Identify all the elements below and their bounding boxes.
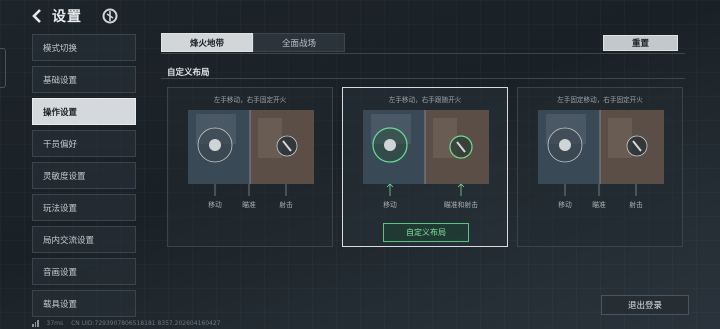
page-title: 设置 — [52, 9, 82, 25]
game-logo-icon — [102, 8, 118, 24]
control-labels: 移动 瞄准 射击 — [518, 199, 682, 209]
layout-description: 左手固定移动，右手固定开火 — [557, 96, 643, 104]
sidebar-item-sensitivity[interactable]: 灵敏度设置 — [32, 162, 136, 189]
mode-tabs: 烽火地带 全面战场 — [161, 33, 345, 52]
divider — [161, 78, 685, 79]
section-title: 自定义布局 — [167, 68, 210, 78]
label-move: 移动 — [208, 201, 222, 209]
sidebar-item-vehicle[interactable]: 载具设置 — [32, 290, 136, 317]
status-bar: 37ms CN UID:7293907806518181 8357.202604… — [32, 320, 220, 327]
uid-text: CN UID:7293907806518181 8357.20260416042… — [71, 320, 221, 327]
custom-layout-button[interactable]: 自定义布局 — [383, 223, 469, 242]
control-labels: 移动 瞄准和射击 — [343, 199, 507, 209]
layout-description: 左手移动，右手跟随开火 — [388, 96, 462, 104]
tab-hazard-zone[interactable]: 烽火地带 — [161, 33, 253, 52]
sidebar: 模式切换 基础设置 操作设置 干员偏好 灵敏度设置 玩法设置 局内交流设置 音画… — [32, 34, 136, 322]
sidebar-item-operator[interactable]: 干员偏好 — [32, 130, 136, 157]
layout-preview — [363, 110, 489, 184]
label-aim-and-fire: 瞄准和射击 — [444, 201, 478, 209]
layout-card-fixed-move-fire[interactable]: 左手固定移动，右手固定开火 移动 瞄准 射击 — [517, 87, 683, 247]
divider — [161, 53, 685, 54]
sidebar-item-mode-switch[interactable]: 模式切换 — [32, 34, 136, 61]
side-handle[interactable] — [0, 48, 6, 88]
sidebar-item-basic[interactable]: 基础设置 — [32, 66, 136, 93]
layout-preview — [188, 110, 314, 184]
label-fire: 射击 — [629, 201, 643, 209]
sidebar-item-controls[interactable]: 操作设置 — [32, 98, 136, 125]
layout-card-fixed-fire[interactable]: 左手移动，右手固定开火 移动 瞄准 射击 — [167, 87, 333, 247]
label-move: 移动 — [383, 201, 397, 209]
label-pointers — [564, 184, 637, 196]
layout-preview — [538, 110, 664, 184]
control-labels: 移动 瞄准 射击 — [168, 199, 332, 209]
layout-description: 左手移动，右手固定开火 — [213, 96, 287, 104]
tab-full-battlefield[interactable]: 全面战场 — [253, 33, 345, 52]
header: 设置 — [30, 6, 118, 26]
label-aim: 瞄准 — [242, 201, 256, 209]
sidebar-item-communication[interactable]: 局内交流设置 — [32, 226, 136, 253]
reset-button[interactable]: 重置 — [603, 35, 678, 51]
sidebar-item-gameplay[interactable]: 玩法设置 — [32, 194, 136, 221]
sidebar-item-audio-video[interactable]: 音画设置 — [32, 258, 136, 285]
ping-value: 37ms — [46, 320, 64, 327]
label-pointers — [214, 184, 287, 196]
label-aim: 瞄准 — [592, 201, 606, 209]
logout-button[interactable]: 退出登录 — [601, 295, 689, 315]
signal-icon — [32, 320, 39, 327]
label-pointers — [386, 184, 465, 196]
label-fire: 射击 — [279, 201, 293, 209]
layout-card-follow-fire[interactable]: 左手移动，右手跟随开火 移动 瞄准和射击 自定义布局 — [342, 87, 508, 247]
back-arrow-icon[interactable] — [30, 8, 44, 24]
label-move: 移动 — [558, 201, 572, 209]
